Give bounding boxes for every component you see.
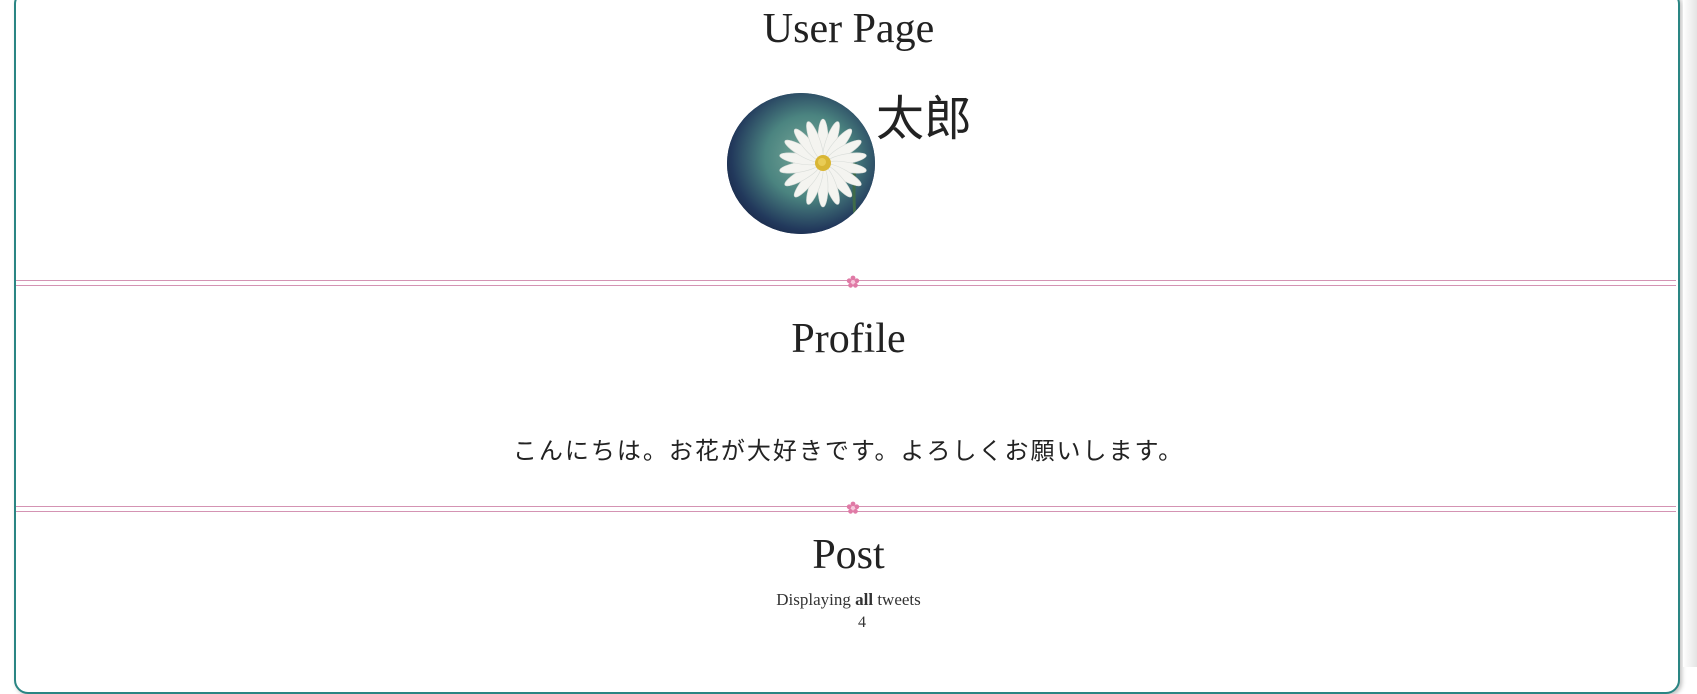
page: User Page 太郎 Profile こんにちは。お花が大好きです。よろしく…: [0, 0, 1697, 694]
post-heading: Post: [812, 532, 885, 578]
profile-heading: Profile: [791, 316, 906, 362]
flower-icon: [846, 501, 860, 514]
posts-info-prefix: Displaying: [776, 590, 856, 609]
flower-icon: [846, 275, 860, 288]
section-divider: [16, 275, 1676, 288]
posts-info-suffix: tweets: [873, 590, 921, 609]
page-title: User Page: [762, 6, 935, 52]
profile-bio: こんにちは。お花が大好きです。よろしくお願いします。: [512, 439, 1185, 465]
posts-info-all: all: [855, 590, 874, 609]
posts-info: Displaying all tweets: [0, 589, 1697, 611]
daisy-image: [727, 93, 875, 234]
avatar: [727, 93, 875, 234]
user-name: 太郎: [876, 93, 973, 146]
section-divider: [16, 501, 1676, 514]
posts-count: 4: [858, 614, 866, 631]
